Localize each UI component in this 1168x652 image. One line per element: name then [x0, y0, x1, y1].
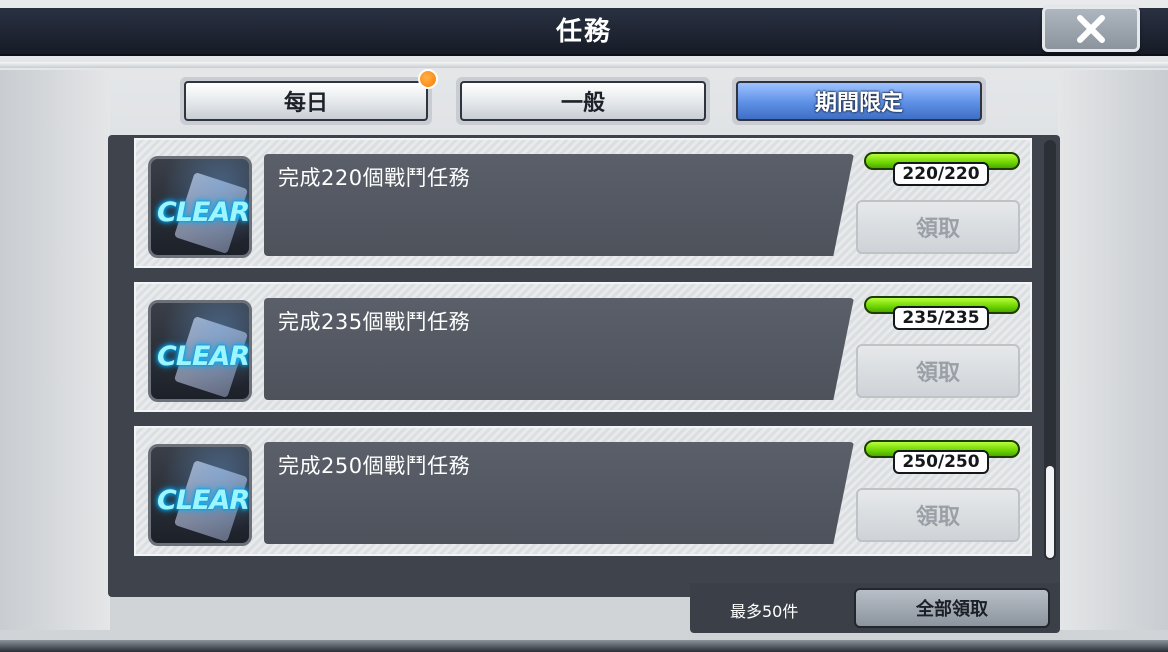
claim-button[interactable]: 領取: [856, 344, 1020, 398]
progress-count: 220/220: [893, 162, 989, 186]
clear-badge-text: CLEAR: [157, 485, 250, 516]
tab-daily[interactable]: 每日: [180, 77, 432, 125]
tab-limited-time[interactable]: 期間限定: [732, 77, 986, 125]
mission-description: 完成235個戰鬥任務: [278, 310, 471, 334]
tab-general-label: 一般: [460, 81, 706, 121]
mission-row: CLEAR 完成235個戰鬥任務 235/235 領取: [134, 282, 1032, 412]
close-button[interactable]: [1042, 6, 1140, 52]
background-right-stripe: [1058, 70, 1168, 630]
mission-row: CLEAR 完成250個戰鬥任務 250/250 領取: [134, 426, 1032, 556]
claim-all-button[interactable]: 全部領取: [854, 588, 1050, 628]
background-left-stripe: [0, 70, 110, 630]
mission-description-box: 完成250個戰鬥任務: [264, 442, 854, 544]
mission-description-box: 完成220個戰鬥任務: [264, 154, 854, 256]
tab-daily-label: 每日: [184, 81, 428, 121]
mission-row: CLEAR 完成220個戰鬥任務 220/220 領取: [134, 138, 1032, 268]
tab-general[interactable]: 一般: [456, 77, 710, 125]
clear-badge-icon: CLEAR: [148, 444, 252, 546]
mission-description: 完成220個戰鬥任務: [278, 166, 471, 190]
page-title: 任務: [555, 17, 612, 47]
close-icon: [1077, 15, 1105, 43]
header-divider: [0, 62, 1168, 68]
clear-badge-text: CLEAR: [157, 197, 250, 228]
mission-description-box: 完成235個戰鬥任務: [264, 298, 854, 400]
progress-count: 235/235: [893, 306, 989, 330]
clear-badge-icon: CLEAR: [148, 300, 252, 402]
claim-button[interactable]: 領取: [856, 488, 1020, 542]
clear-badge-icon: CLEAR: [148, 156, 252, 258]
progress-count: 250/250: [893, 450, 989, 474]
max-claim-label: 最多50件: [730, 602, 799, 621]
tab-limited-time-label: 期間限定: [736, 81, 982, 121]
bottom-edge: [0, 640, 1168, 652]
mission-description: 完成250個戰鬥任務: [278, 454, 471, 478]
scrollbar-thumb[interactable]: [1046, 466, 1054, 558]
clear-badge-text: CLEAR: [157, 341, 250, 372]
notification-dot: [418, 69, 438, 89]
claim-button[interactable]: 領取: [856, 200, 1020, 254]
